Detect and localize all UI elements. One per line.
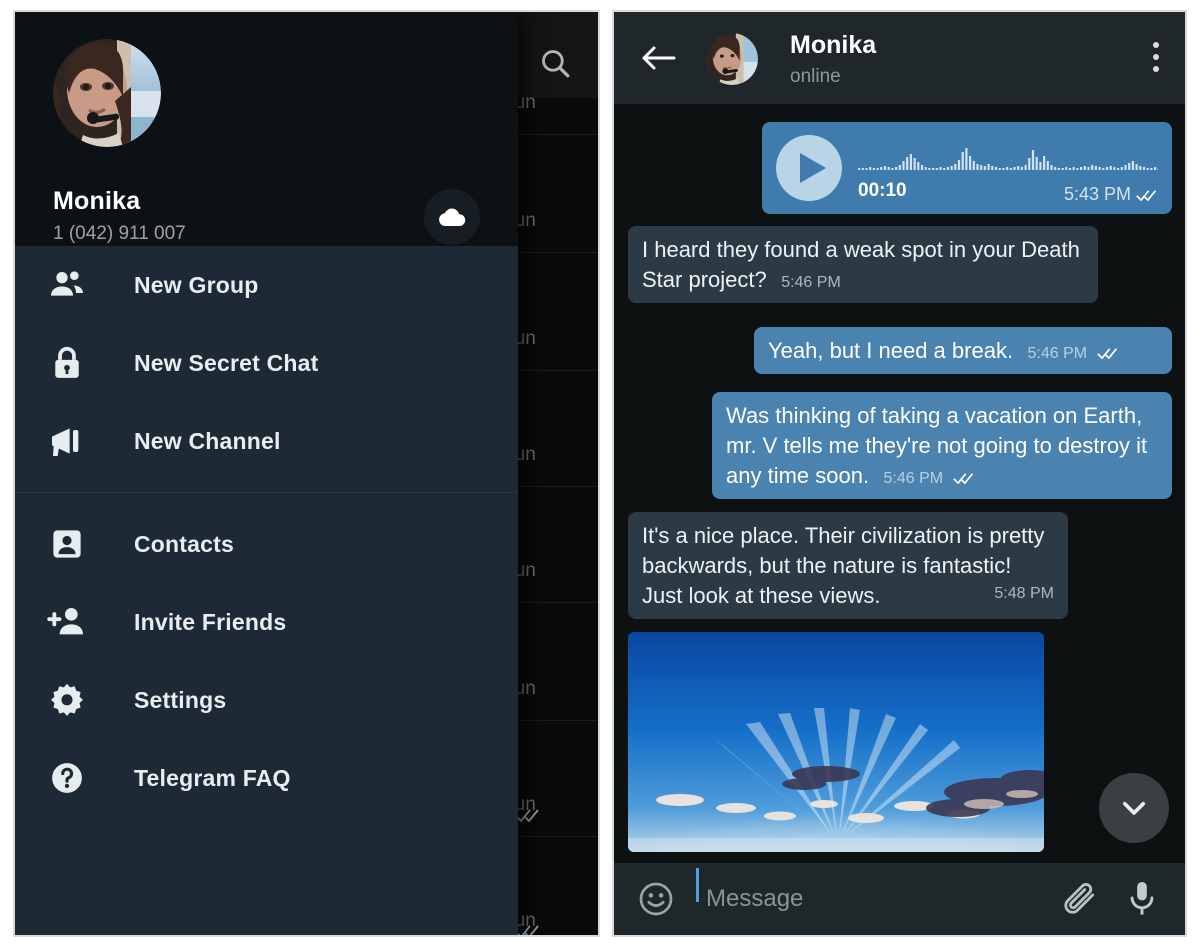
screenshot-root: SunSunSunSunSunSunSunSun St...	[0, 0, 1200, 947]
avatar[interactable]	[706, 33, 758, 85]
drawer-item-new-secret-chat[interactable]: New Secret Chat	[15, 324, 518, 402]
drawer-item-invite-friends[interactable]: Invite Friends	[15, 583, 518, 661]
message-text: It's a nice place. Their civilization is…	[642, 523, 1045, 608]
play-icon	[799, 153, 826, 183]
message-meta: 5:46 PM	[781, 274, 841, 291]
message-list: 00:10 5:43 PM I heard they found a weak …	[614, 104, 1185, 863]
drawer-item-label: Settings	[134, 686, 227, 713]
status-badge: online	[790, 66, 841, 87]
voice-message-bubble[interactable]: 00:10 5:43 PM	[762, 122, 1172, 214]
double-check-icon	[952, 473, 973, 484]
drawer-item-label: New Secret Chat	[134, 349, 319, 376]
cloud-icon	[439, 208, 466, 226]
timestamp: 5:43 PM	[1063, 184, 1131, 204]
drawer-item-label: Telegram FAQ	[134, 764, 291, 791]
page-title: Monika	[790, 31, 877, 59]
gear-icon	[45, 678, 89, 722]
timestamp: 5:46 PM	[883, 470, 944, 487]
left-phone-panel: SunSunSunSunSunSunSunSun St...	[13, 10, 600, 937]
people-icon	[45, 263, 89, 307]
question-circle-icon	[45, 756, 89, 800]
voice-duration: 00:10	[858, 180, 907, 201]
drawer-item-contacts[interactable]: Contacts	[15, 505, 518, 583]
timestamp: 5:46 PM	[1027, 345, 1088, 362]
double-check-icon	[1136, 190, 1157, 201]
play-button[interactable]	[776, 135, 842, 201]
drawer-item-label: New Group	[134, 271, 259, 298]
double-check-icon	[515, 925, 539, 935]
drawer-menu-list: New Group New Secret Chat New Channel Conta…	[15, 246, 518, 817]
message-input-bar: Message	[614, 863, 1185, 935]
message-text: Yeah, but I need a break.	[768, 338, 1014, 363]
drawer-item-new-group[interactable]: New Group	[15, 246, 518, 324]
megaphone-icon	[45, 419, 89, 463]
smiley-icon[interactable]	[638, 881, 674, 917]
lock-icon	[45, 341, 89, 385]
message-input[interactable]: Message	[706, 885, 803, 912]
message-bubble-outgoing[interactable]: Was thinking of taking a vacation on Ear…	[712, 392, 1172, 499]
sky-with-sun-rays-photo	[628, 632, 1044, 852]
message-text: I heard they found a weak spot in your D…	[642, 237, 1080, 292]
menu-divider	[15, 492, 518, 493]
right-phone-panel: Monika online 00:10 5:43 PM I heard they…	[612, 10, 1187, 937]
message-meta: 5:43 PM	[1064, 184, 1158, 205]
microphone-icon[interactable]	[1125, 879, 1159, 919]
search-icon[interactable]	[538, 46, 572, 80]
navigation-drawer: Monika 1 (042) 911 007 New Group New Secr…	[15, 12, 518, 935]
message-meta: 5:46 PM	[1028, 345, 1119, 362]
paperclip-icon[interactable]	[1061, 880, 1099, 918]
chat-header: Monika online	[614, 12, 1185, 104]
audio-waveform[interactable]	[858, 144, 1158, 178]
drawer-item-label: Contacts	[134, 530, 235, 557]
message-meta: 5:48 PM	[994, 585, 1054, 603]
message-meta: 5:46 PM	[884, 470, 975, 487]
timestamp: 5:48 PM	[994, 585, 1054, 602]
timestamp: 5:46 PM	[781, 274, 841, 291]
drawer-item-new-channel[interactable]: New Channel	[15, 402, 518, 480]
chevron-down-icon	[1122, 801, 1146, 815]
message-bubble-incoming[interactable]: It's a nice place. Their civilization is…	[628, 512, 1068, 619]
cloud-status-button[interactable]	[424, 189, 480, 245]
search-input-wrapper[interactable]: Message	[696, 868, 1061, 913]
text-caret	[696, 868, 699, 902]
message-bubble-incoming[interactable]: I heard they found a weak spot in your D…	[628, 226, 1098, 303]
double-check-icon	[1096, 348, 1117, 359]
drawer-item-settings[interactable]: Settings	[15, 661, 518, 739]
person-add-icon	[45, 600, 89, 644]
message-bubble-outgoing[interactable]: Yeah, but I need a break. 5:46 PM	[754, 327, 1172, 374]
drawer-item-label: New Channel	[134, 427, 281, 454]
drawer-profile-name: Monika	[53, 187, 141, 215]
chat-screen: Monika online 00:10 5:43 PM I heard they…	[614, 12, 1185, 935]
photo-message[interactable]	[628, 632, 1044, 852]
drawer-item-label: Invite Friends	[134, 608, 287, 635]
double-check-icon	[515, 809, 539, 822]
drawer-item-telegram-faq[interactable]: Telegram FAQ	[15, 739, 518, 817]
avatar[interactable]	[53, 39, 161, 147]
back-arrow-icon[interactable]	[640, 42, 676, 74]
drawer-profile-phone: 1 (042) 911 007	[53, 223, 186, 244]
drawer-header: Monika 1 (042) 911 007	[15, 12, 518, 246]
overflow-menu-icon[interactable]	[1153, 42, 1161, 76]
contact-card-icon	[45, 522, 89, 566]
scroll-to-bottom-button[interactable]	[1099, 773, 1169, 843]
